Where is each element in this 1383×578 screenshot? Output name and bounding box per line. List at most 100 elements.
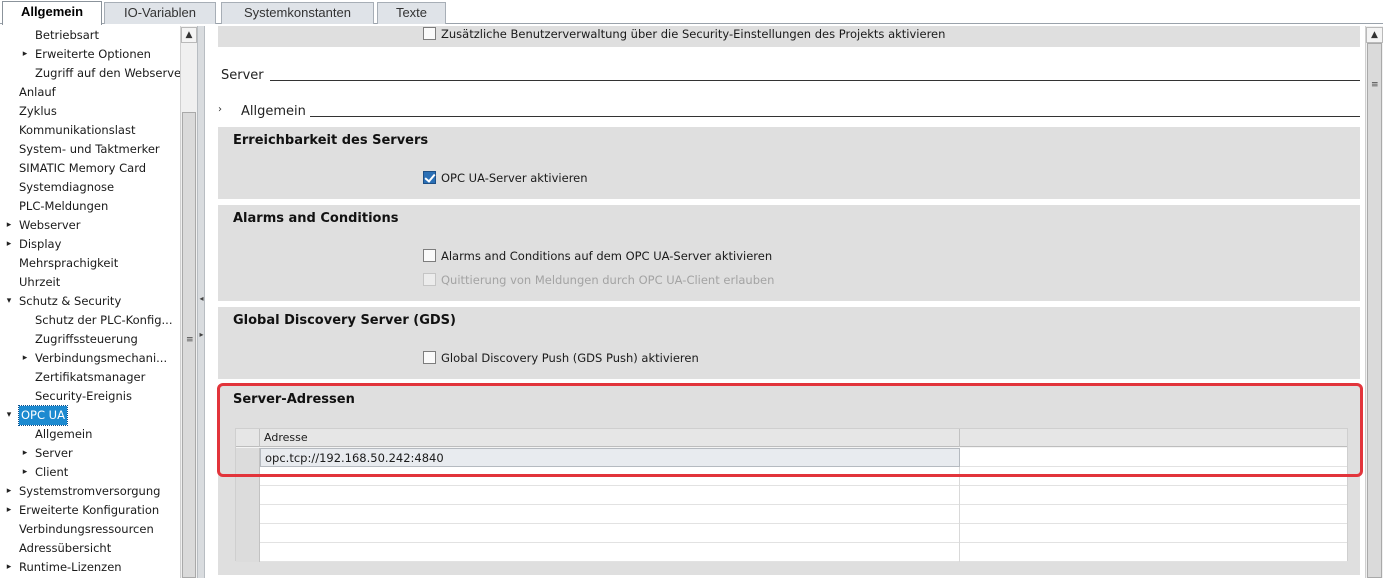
row-header[interactable]: [236, 467, 260, 486]
row-header[interactable]: [236, 448, 260, 467]
opcua-server-enable-checkbox[interactable]: [423, 171, 436, 184]
tree-item-label: Verbindungsressourcen: [19, 522, 154, 536]
tree-item-label: Runtime-Lizenzen: [19, 560, 122, 574]
tree-item-plc-meldungen[interactable]: PLC-Meldungen: [0, 197, 178, 216]
tree-scroll-thumb[interactable]: ≡: [182, 112, 196, 578]
collapsed-arrow-icon[interactable]: ▸: [20, 45, 30, 64]
table-row[interactable]: [236, 486, 1347, 505]
panel-title: Alarms and Conditions: [233, 211, 399, 226]
tree-item-system-und-taktmerker[interactable]: System- und Taktmerker: [0, 140, 178, 159]
row-header-corner: [236, 429, 260, 447]
tree-item-verbindungsmechani[interactable]: ▸ Verbindungsmechani...: [0, 349, 178, 368]
panel-title: Server-Adressen: [233, 392, 355, 407]
tab-io-variablen[interactable]: IO-Variablen: [104, 2, 216, 24]
content-scroll-thumb[interactable]: ≡: [1367, 43, 1382, 578]
tree-scrollbar[interactable]: ▲ ≡: [180, 26, 197, 578]
gds-push-checkbox[interactable]: [423, 351, 436, 364]
expand-right-icon[interactable]: ▸: [199, 330, 204, 340]
tree-item-zertifikatsmanager[interactable]: Zertifikatsmanager: [0, 368, 178, 387]
tree-item-label: Schutz der PLC-Konfig...: [35, 313, 173, 327]
tree-item-webserver[interactable]: ▸ Webserver: [0, 216, 178, 235]
tree-item-label: Server: [35, 446, 73, 460]
tree-item-client[interactable]: ▸ Client: [0, 463, 178, 482]
panel-title: Erreichbarkeit des Servers: [233, 133, 429, 148]
tree-item-allgemein[interactable]: Allgemein: [0, 425, 178, 444]
tab-systemkonstanten[interactable]: Systemkonstanten: [221, 2, 374, 24]
collapsed-arrow-icon[interactable]: ▸: [20, 349, 30, 368]
content-scrollbar[interactable]: ▲ ≡: [1365, 26, 1383, 578]
tree-item-security-ereignis[interactable]: Security-Ereignis: [0, 387, 178, 406]
tree-item-anlauf[interactable]: Anlauf: [0, 83, 178, 102]
tree-item-runtime-lizenzen[interactable]: ▸ Runtime-Lizenzen: [0, 558, 178, 577]
user-management-checkbox[interactable]: [423, 27, 436, 40]
tree-item-betriebsart[interactable]: Betriebsart: [0, 26, 178, 45]
tree-item-schutz-security[interactable]: ▾ Schutz & Security: [0, 292, 178, 311]
collapsed-arrow-icon[interactable]: ▸: [4, 558, 14, 577]
tree-item-zugriff-auf-den-webserver[interactable]: Zugriff auf den Webserver: [0, 64, 180, 83]
alarms-conditions-checkbox[interactable]: [423, 249, 436, 262]
collapsed-arrow-icon[interactable]: ▸: [20, 444, 30, 463]
tree-item-label: Zugriffssteuerung: [35, 332, 138, 346]
tree-item-simatic-memory-card[interactable]: SIMATIC Memory Card: [0, 159, 178, 178]
tree-item-label: Schutz & Security: [19, 294, 122, 308]
collapsed-arrow-icon[interactable]: ▸: [4, 216, 14, 235]
tree-item-adressübersicht[interactable]: Adressübersicht: [0, 539, 178, 558]
collapsed-arrow-icon[interactable]: ▸: [4, 235, 14, 254]
tab-allgemein[interactable]: Allgemein: [2, 1, 102, 25]
collapse-left-icon[interactable]: ◂: [199, 294, 204, 304]
table-row[interactable]: [236, 467, 1347, 486]
address-cell[interactable]: [260, 505, 960, 524]
tree-item-mehrsprachigkeit[interactable]: Mehrsprachigkeit: [0, 254, 178, 273]
address-cell[interactable]: opc.tcp://192.168.50.242:4840: [260, 448, 960, 467]
row-header[interactable]: [236, 524, 260, 543]
tree-item-uhrzeit[interactable]: Uhrzeit: [0, 273, 178, 292]
tree-item-erweiterte-optionen[interactable]: ▸ Erweiterte Optionen: [0, 45, 178, 64]
table-row[interactable]: [236, 543, 1347, 562]
table-row[interactable]: opc.tcp://192.168.50.242:4840: [236, 448, 1347, 467]
tree-item-label: Adressübersicht: [19, 541, 112, 555]
chevron-right-icon[interactable]: ›: [218, 104, 222, 115]
address-cell[interactable]: [260, 467, 960, 486]
grip-icon: ≡: [186, 335, 194, 345]
expanded-arrow-icon[interactable]: ▾: [4, 292, 14, 311]
tree-item-erweiterte-konfiguration[interactable]: ▸ Erweiterte Konfiguration: [0, 501, 178, 520]
tree-item-verbindungsressourcen[interactable]: Verbindungsressourcen: [0, 520, 178, 539]
tree-item-label: Allgemein: [35, 427, 93, 441]
tree-item-zugriffssteuerung[interactable]: Zugriffssteuerung: [0, 330, 178, 349]
tree-item-opc-ua[interactable]: ▾ OPC UA: [0, 405, 178, 426]
collapsed-arrow-icon[interactable]: ▸: [4, 482, 14, 501]
tree-item-zyklus[interactable]: Zyklus: [0, 102, 178, 121]
checkbox-label: Quittierung von Meldungen durch OPC UA-C…: [441, 273, 775, 287]
column-header-adresse[interactable]: Adresse: [260, 429, 960, 447]
tree-item-server[interactable]: ▸ Server: [0, 444, 178, 463]
table-row[interactable]: [236, 524, 1347, 543]
collapsed-arrow-icon[interactable]: ▸: [20, 463, 30, 482]
tree-item-systemstromversorgung[interactable]: ▸ Systemstromversorgung: [0, 482, 178, 501]
tree-item-label: Zertifikatsmanager: [35, 370, 146, 384]
tree-item-kommunikationslast[interactable]: Kommunikationslast: [0, 121, 178, 140]
row-header[interactable]: [236, 486, 260, 505]
tab-texte[interactable]: Texte: [377, 2, 446, 24]
tree-item-display[interactable]: ▸ Display: [0, 235, 178, 254]
address-cell[interactable]: [260, 543, 960, 562]
section-divider: [270, 80, 1360, 81]
expanded-arrow-icon[interactable]: ▾: [4, 406, 14, 425]
collapsed-arrow-icon[interactable]: ▸: [4, 501, 14, 520]
server-addresses-panel: Server-Adressen Adresse opc.tcp://192.16…: [218, 385, 1360, 575]
pane-splitter[interactable]: ◂ ▸: [197, 26, 205, 578]
tree-scroll-up-button[interactable]: ▲: [181, 27, 197, 43]
content-scroll-up-button[interactable]: ▲: [1366, 27, 1383, 43]
editor-tab-bar: Allgemein IO-Variablen Systemkonstanten …: [0, 0, 1383, 25]
address-cell[interactable]: [260, 524, 960, 543]
row-header[interactable]: [236, 543, 260, 562]
tree-item-label: Uhrzeit: [19, 275, 61, 289]
tree-item-label: Anlauf: [19, 85, 56, 99]
grip-icon: ≡: [1371, 80, 1379, 90]
address-cell[interactable]: [260, 486, 960, 505]
tree-item-systemdiagnose[interactable]: Systemdiagnose: [0, 178, 178, 197]
row-header[interactable]: [236, 505, 260, 524]
tree-item-label: Mehrsprachigkeit: [19, 256, 119, 270]
tree-item-label: Display: [19, 237, 62, 251]
tree-item-schutz-der-plc-konfig[interactable]: Schutz der PLC-Konfig...: [0, 311, 178, 330]
table-row[interactable]: [236, 505, 1347, 524]
